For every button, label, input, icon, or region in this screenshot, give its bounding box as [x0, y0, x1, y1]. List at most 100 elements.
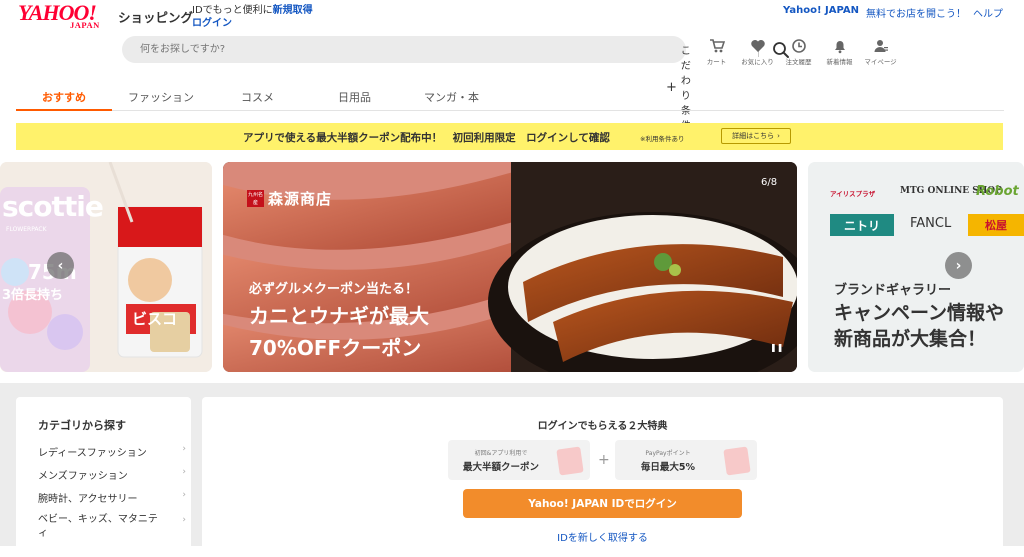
- brand-gallery-title: ブランドギャラリー: [834, 283, 952, 298]
- main-slide-copy-line1: カニとウナギが最大: [249, 304, 429, 328]
- carousel-counter: 6/8: [761, 177, 778, 188]
- banner-note: ※利用条件あり: [640, 135, 685, 143]
- register-link-top[interactable]: 新規取得: [273, 5, 313, 16]
- pause-icon[interactable]: ❚❚: [770, 343, 783, 352]
- user-icon: [874, 40, 888, 52]
- scottie-brand: scottie: [2, 190, 104, 223]
- paypay-icon: [723, 446, 751, 476]
- notifications-nav[interactable]: 新着情報: [819, 36, 860, 66]
- logo-sub: JAPAN: [70, 20, 100, 30]
- login-button[interactable]: Yahoo! JAPAN IDでログイン: [463, 489, 742, 518]
- favorites-nav[interactable]: お気に入り: [737, 36, 778, 66]
- promo-carousel: scottie FLOWERPACK 75m 3倍長持ち ビスコ: [0, 162, 1024, 372]
- banner-detail-button[interactable]: 詳細はこちら ›: [721, 128, 791, 144]
- benefit-paypay-main: 毎日最大5%: [640, 462, 696, 473]
- chevron-right-icon: ›: [182, 490, 186, 500]
- chevron-right-icon: ›: [955, 257, 962, 274]
- active-tab-indicator: [16, 109, 112, 111]
- brand-logo-5: FANCL: [910, 216, 952, 231]
- favorites-label: お気に入り: [741, 58, 774, 66]
- category-panel: カテゴリから探す レディースファッション › メンズファッション › 腕時計、ア…: [16, 397, 191, 557]
- top-links: Yahoo! JAPAN 無料でお店を開こう！ ヘルプ: [783, 5, 1003, 20]
- lower-section: カテゴリから探す レディースファッション › メンズファッション › 腕時計、ア…: [0, 383, 1024, 557]
- chevron-right-icon: ›: [182, 444, 186, 454]
- category-item-watches[interactable]: 腕時計、アクセサリー ›: [38, 490, 186, 505]
- history-nav[interactable]: 注文履歴: [778, 36, 819, 66]
- id-promo-text: IDでもっと便利に: [192, 5, 273, 16]
- benefit-coupon: 初回&アプリ利用で 最大半額クーポン: [448, 440, 590, 480]
- benefit-title: ログインでもらえる２大特典: [537, 421, 668, 432]
- main-slide-copy-line2: 70%OFFクーポン: [249, 336, 422, 360]
- search-input[interactable]: [140, 36, 520, 63]
- bell-icon: [834, 41, 845, 54]
- banner-text: アプリで使える最大半額クーポン配布中！ 初回利用限定 ログインして確認: [243, 132, 610, 144]
- id-promo: IDでもっと便利に新規取得 ログイン: [192, 5, 313, 30]
- carousel-prev-button[interactable]: ‹: [47, 252, 74, 279]
- shop-logo: 九州名産 森源商店: [247, 188, 332, 209]
- tab-manga-books[interactable]: マンガ・本: [424, 89, 479, 105]
- brand-copy-line1: キャンペーン情報や: [834, 302, 1005, 324]
- category-item-ladies[interactable]: レディースファッション ›: [38, 444, 186, 459]
- login-link-top[interactable]: ログイン: [192, 18, 232, 29]
- tab-cosmetics[interactable]: コスメ: [241, 89, 274, 105]
- slide-brand-gallery[interactable]: アイリスプラザ MTG ONLINE SHOP Robot ニトリ FANCL …: [808, 162, 1024, 372]
- slide-crab-eel[interactable]: 九州名産 森源商店 必ずグルメクーポン当たる！ カニとウナギが最大 70%OFF…: [223, 162, 797, 372]
- service-name[interactable]: ショッピング: [118, 7, 193, 26]
- main-slide-headline: 必ずグルメクーポン当たる！: [249, 282, 419, 297]
- category-label: 腕時計、アクセサリー: [38, 494, 138, 505]
- tab-fashion[interactable]: ファッション: [128, 89, 194, 105]
- benefit-paypay: PayPayポイント 毎日最大5%: [615, 440, 757, 480]
- yahoo-japan-link[interactable]: Yahoo! JAPAN: [783, 5, 859, 20]
- cart-label: カート: [706, 58, 727, 66]
- scottie-claim2: 3倍長持ち: [2, 288, 64, 303]
- search-bar: + こだわり条件: [122, 36, 789, 132]
- benefit-coupon-small: 初回&アプリ利用で: [474, 450, 528, 457]
- category-tabs: おすすめ ファッション コスメ 日用品 マンガ・本: [16, 83, 1004, 111]
- slide-daily-goods[interactable]: scottie FLOWERPACK 75m 3倍長持ち ビスコ: [0, 162, 212, 372]
- coupon-banner[interactable]: アプリで使える最大半額クーポン配布中！ 初回利用限定 ログインして確認 ※利用条…: [16, 123, 1003, 150]
- bisco-brand: ビスコ: [132, 310, 178, 328]
- cart-icon: [709, 39, 725, 53]
- brand-logo-4: ニトリ: [830, 214, 894, 236]
- category-label: メンズファッション: [38, 471, 128, 482]
- register-link[interactable]: IDを新しく取得する: [202, 529, 1003, 544]
- brand-gallery-copy: キャンペーン情報や 新商品が大集合！: [834, 300, 1004, 352]
- brand-logo-1: アイリスプラザ: [830, 190, 876, 198]
- heart-icon: [750, 40, 765, 52]
- tab-recommended[interactable]: おすすめ: [42, 89, 86, 105]
- main-slide-copy: 必ずグルメクーポン当たる！ カニとウナギが最大 70%OFFクーポン: [249, 278, 429, 361]
- shop-seal: 九州名産: [247, 190, 264, 207]
- open-store-link[interactable]: 無料でお店を開こう！: [866, 5, 966, 20]
- mypage-label: マイページ: [864, 58, 897, 66]
- banner-detail-label: 詳細はこちら: [732, 132, 775, 140]
- help-link[interactable]: ヘルプ: [973, 5, 1003, 20]
- header: YAHOO! JAPAN ショッピング IDでもっと便利に新規取得 ログイン Y…: [0, 0, 1024, 31]
- benefit-coupon-main: 最大半額クーポン: [462, 462, 539, 473]
- brand-logo-3: Robot: [976, 184, 1019, 199]
- icon-nav: カート お気に入り 注文履歴 新着情報 マイページ: [696, 36, 901, 66]
- chevron-right-icon: ›: [182, 515, 186, 525]
- benefit-paypay-small: PayPayポイント: [645, 450, 691, 457]
- plus-sign: +: [598, 452, 610, 468]
- login-panel: ログインでもらえる２大特典 初回&アプリ利用で 最大半額クーポン + PayPa…: [202, 397, 1003, 557]
- category-label: レディースファッション: [38, 448, 147, 459]
- brand-logo-6: 松屋: [968, 214, 1024, 236]
- coupon-icon: [556, 446, 584, 476]
- history-icon: [791, 39, 806, 53]
- notifications-label: 新着情報: [826, 58, 853, 66]
- chevron-left-icon: ‹: [57, 257, 64, 274]
- chevron-right-icon: ›: [777, 132, 780, 140]
- mypage-nav[interactable]: マイページ: [860, 36, 901, 66]
- scottie-sub: FLOWERPACK: [6, 226, 47, 233]
- history-label: 注文履歴: [785, 58, 812, 66]
- carousel-next-button[interactable]: ›: [945, 252, 972, 279]
- category-title: カテゴリから探す: [38, 419, 126, 432]
- cart-nav[interactable]: カート: [696, 36, 737, 66]
- brand-copy-line2: 新商品が大集合！: [834, 328, 987, 350]
- yahoo-logo[interactable]: YAHOO! JAPAN: [18, 2, 114, 31]
- category-label: ベビー、キッズ、マタニティ: [38, 514, 158, 539]
- chevron-right-icon: ›: [182, 467, 186, 477]
- tab-daily-goods[interactable]: 日用品: [338, 89, 371, 105]
- category-item-mens[interactable]: メンズファッション ›: [38, 467, 186, 482]
- category-item-baby[interactable]: ベビー、キッズ、マタニティ ›: [38, 513, 186, 541]
